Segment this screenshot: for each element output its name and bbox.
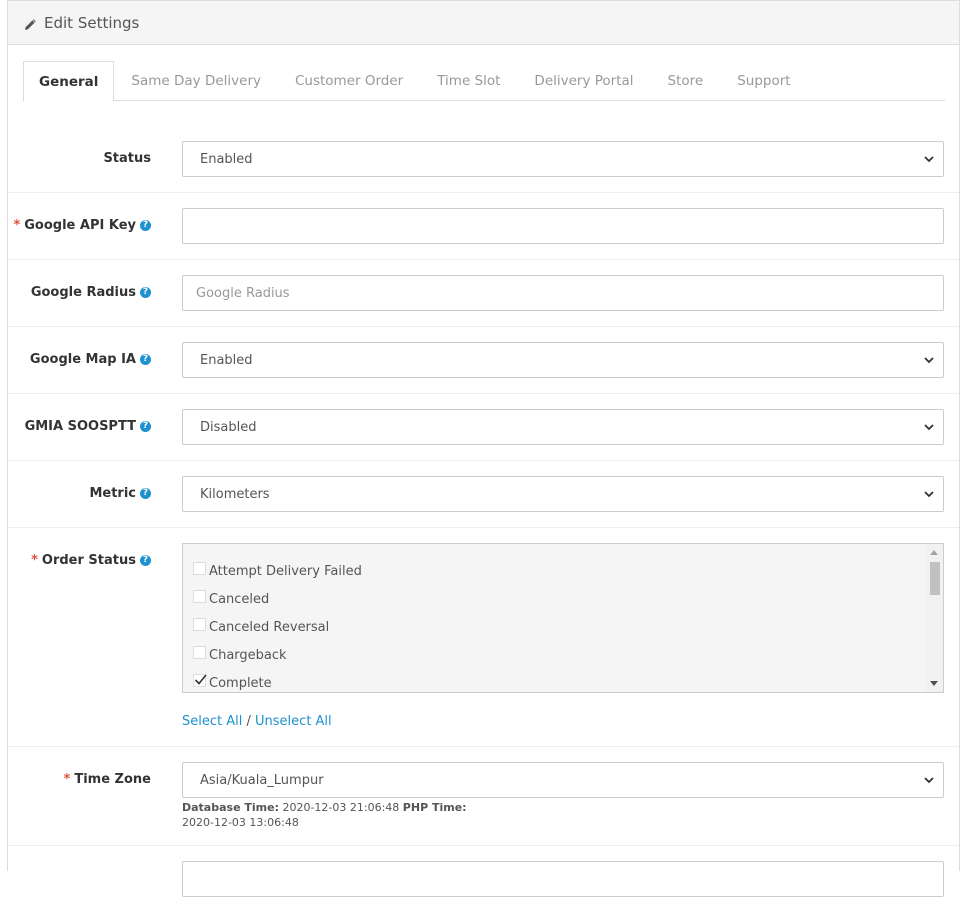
time-zone-help-text: Database Time: 2020-12-03 21:06:48 PHP T… bbox=[182, 800, 502, 830]
scrollbar[interactable] bbox=[926, 544, 943, 692]
list-item-label: Canceled bbox=[209, 592, 270, 607]
order-status-select-links: Select All / Unselect All bbox=[182, 714, 332, 729]
chevron-down-icon bbox=[924, 357, 934, 364]
form-row-order-status: * Order Status ? Attempt Delivery Failed… bbox=[8, 528, 959, 747]
google-map-ia-label-text: Google Map IA bbox=[29, 352, 136, 367]
scrollbar-thumb[interactable] bbox=[930, 562, 940, 595]
php-time-label: PHP Time: bbox=[402, 801, 467, 814]
google-radius-input[interactable]: Google Radius bbox=[182, 275, 944, 311]
list-item[interactable]: Canceled bbox=[193, 590, 270, 607]
tab-time-slot[interactable]: Time Slot bbox=[420, 61, 517, 101]
pencil-icon bbox=[24, 17, 36, 30]
checkbox-checked[interactable] bbox=[193, 674, 207, 687]
order-status-label: * Order Status ? bbox=[31, 553, 151, 568]
list-item[interactable]: Complete bbox=[193, 674, 272, 691]
database-time-value: 2020-12-03 21:06:48 bbox=[282, 801, 400, 814]
list-item[interactable]: Canceled Reversal bbox=[193, 618, 330, 635]
list-item[interactable]: Attempt Delivery Failed bbox=[193, 562, 362, 579]
form-row-metric: Metric ? Kilometers bbox=[8, 461, 959, 528]
google-map-ia-select[interactable]: Enabled bbox=[182, 342, 944, 378]
google-radius-placeholder: Google Radius bbox=[196, 285, 290, 301]
gmia-soosptt-select[interactable]: Disabled bbox=[182, 409, 944, 445]
list-item-label: Attempt Delivery Failed bbox=[209, 564, 362, 579]
google-map-ia-label: Google Map IA ? bbox=[30, 352, 151, 367]
checkbox[interactable] bbox=[193, 562, 206, 575]
order-status-checklist[interactable]: Attempt Delivery Failed Canceled Cancele… bbox=[182, 543, 944, 693]
tab-same-day-delivery[interactable]: Same Day Delivery bbox=[114, 61, 278, 101]
status-label-text: Status bbox=[103, 151, 151, 166]
question-circle-icon[interactable]: ? bbox=[140, 488, 151, 499]
form-row-status: Status Enabled bbox=[8, 125, 959, 193]
required-marker: * bbox=[31, 553, 38, 568]
google-api-key-input[interactable] bbox=[182, 208, 944, 244]
form-row-google-radius: Google Radius ? Google Radius bbox=[8, 260, 959, 327]
tab-general[interactable]: General bbox=[23, 61, 115, 102]
question-circle-icon[interactable]: ? bbox=[140, 354, 151, 365]
metric-value: Kilometers bbox=[200, 486, 270, 502]
status-label: Status bbox=[103, 151, 151, 166]
google-radius-label-text: Google Radius bbox=[30, 285, 136, 300]
list-item[interactable]: Chargeback bbox=[193, 646, 287, 663]
order-status-label-text: Order Status bbox=[41, 553, 136, 568]
metric-select[interactable]: Kilometers bbox=[182, 476, 944, 512]
google-radius-label: Google Radius ? bbox=[31, 285, 151, 300]
question-circle-icon[interactable]: ? bbox=[140, 220, 151, 231]
next-field-control[interactable] bbox=[182, 861, 944, 897]
settings-panel: Edit Settings General Same Day Delivery … bbox=[7, 0, 960, 897]
form-row-google-api-key: * Google API Key ? bbox=[8, 193, 959, 260]
chevron-down-icon bbox=[924, 156, 934, 163]
tab-customer-order[interactable]: Customer Order bbox=[278, 61, 420, 101]
time-zone-label-text: Time Zone bbox=[74, 772, 151, 787]
checkbox[interactable] bbox=[193, 590, 206, 603]
chevron-down-icon bbox=[924, 491, 934, 498]
page-title: Edit Settings bbox=[44, 13, 140, 32]
required-marker: * bbox=[63, 772, 71, 787]
list-item-label: Complete bbox=[209, 676, 272, 691]
google-map-ia-value: Enabled bbox=[200, 352, 253, 368]
settings-tabs: General Same Day Delivery Customer Order… bbox=[23, 61, 945, 102]
required-marker: * bbox=[13, 218, 21, 233]
time-zone-label: * Time Zone bbox=[64, 772, 151, 787]
panel-heading: Edit Settings bbox=[8, 1, 959, 45]
question-circle-icon[interactable]: ? bbox=[140, 555, 151, 566]
list-item-label: Canceled Reversal bbox=[209, 620, 330, 635]
chevron-down-icon bbox=[924, 777, 934, 784]
tab-store[interactable]: Store bbox=[651, 61, 721, 101]
select-all-link[interactable]: Select All bbox=[182, 714, 242, 729]
gmia-soosptt-label-text: GMIA SOOSPTT bbox=[24, 419, 136, 434]
metric-label-text: Metric bbox=[89, 486, 136, 501]
question-circle-icon[interactable]: ? bbox=[140, 287, 151, 298]
checkmark-icon bbox=[194, 674, 207, 685]
question-circle-icon[interactable]: ? bbox=[140, 421, 151, 432]
link-separator: / bbox=[246, 714, 251, 729]
form-row-google-map-ia: Google Map IA ? Enabled bbox=[8, 327, 959, 394]
list-item-label: Chargeback bbox=[209, 648, 287, 663]
checkbox[interactable] bbox=[193, 646, 206, 659]
gmia-soosptt-label: GMIA SOOSPTT ? bbox=[25, 419, 151, 434]
status-select[interactable]: Enabled bbox=[182, 141, 944, 177]
chevron-down-icon bbox=[924, 424, 934, 431]
metric-label: Metric ? bbox=[89, 486, 151, 501]
google-api-key-label: * Google API Key ? bbox=[13, 218, 151, 233]
tab-support[interactable]: Support bbox=[720, 61, 807, 101]
php-time-value: 2020-12-03 13:06:48 bbox=[182, 816, 299, 829]
gmia-soosptt-value: Disabled bbox=[200, 419, 257, 435]
unselect-all-link[interactable]: Unselect All bbox=[255, 714, 332, 729]
checkbox[interactable] bbox=[193, 618, 206, 631]
tab-delivery-portal[interactable]: Delivery Portal bbox=[517, 61, 650, 101]
time-zone-value: Asia/Kuala_Lumpur bbox=[200, 772, 324, 788]
status-select-value: Enabled bbox=[200, 151, 253, 167]
database-time-label: Database Time: bbox=[182, 801, 279, 814]
scroll-up-icon[interactable] bbox=[930, 550, 938, 555]
form-row-gmia-soosptt: GMIA SOOSPTT ? Disabled bbox=[8, 394, 959, 461]
time-zone-select[interactable]: Asia/Kuala_Lumpur bbox=[182, 762, 944, 798]
google-api-key-label-text: Google API Key bbox=[24, 218, 136, 233]
scroll-down-icon[interactable] bbox=[930, 681, 938, 686]
form-row-time-zone: * Time Zone Asia/Kuala_Lumpur Database T… bbox=[8, 747, 959, 846]
